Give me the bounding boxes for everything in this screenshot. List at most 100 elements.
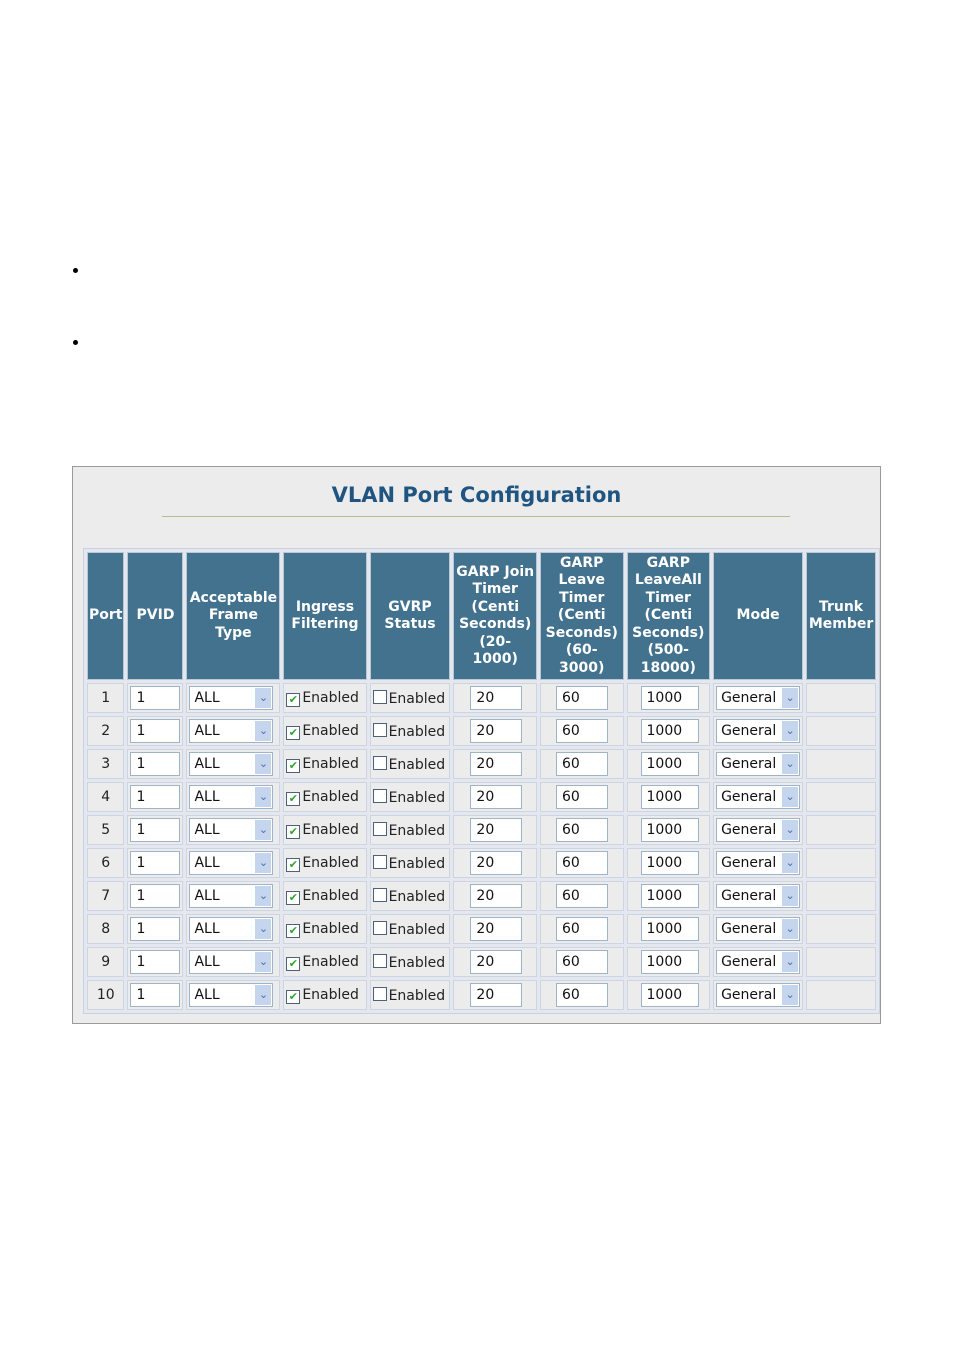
gvrp-status-checkbox[interactable]: [372, 887, 387, 902]
chevron-down-icon[interactable]: ⌄: [255, 787, 272, 807]
ingress-filtering-checkbox[interactable]: ✔: [286, 725, 301, 740]
chevron-down-icon[interactable]: ⌄: [255, 886, 272, 906]
pvid-input[interactable]: 1: [130, 818, 181, 842]
chevron-down-icon[interactable]: ⌄: [782, 952, 799, 972]
garp-leaveall-timer-input[interactable]: 1000: [640, 884, 699, 908]
gvrp-status-checkbox[interactable]: [372, 986, 387, 1001]
chevron-down-icon[interactable]: ⌄: [255, 721, 272, 741]
mode-select[interactable]: General ⌄: [716, 983, 801, 1007]
ingress-filtering-checkbox[interactable]: ✔: [286, 989, 301, 1004]
garp-leave-timer-input[interactable]: 60: [555, 686, 608, 710]
gvrp-status-checkbox[interactable]: [372, 689, 387, 704]
gvrp-status-checkbox[interactable]: [372, 821, 387, 836]
frame-type-select[interactable]: ALL ⌄: [189, 917, 274, 941]
chevron-down-icon[interactable]: ⌄: [782, 754, 799, 774]
garp-leave-timer-input[interactable]: 60: [555, 818, 608, 842]
garp-join-timer-input[interactable]: 20: [470, 851, 523, 875]
chevron-down-icon[interactable]: ⌄: [782, 820, 799, 840]
garp-leave-timer-input[interactable]: 60: [555, 785, 608, 809]
ingress-filtering-checkbox[interactable]: ✔: [286, 956, 301, 971]
garp-join-timer-input[interactable]: 20: [470, 884, 523, 908]
frame-type-select[interactable]: ALL ⌄: [189, 950, 274, 974]
gvrp-status-checkbox[interactable]: [372, 788, 387, 803]
mode-select[interactable]: General ⌄: [716, 851, 801, 875]
garp-join-timer-input[interactable]: 20: [470, 686, 523, 710]
mode-select[interactable]: General ⌄: [716, 719, 801, 743]
garp-join-timer-input[interactable]: 20: [470, 950, 523, 974]
garp-leaveall-timer-input[interactable]: 1000: [640, 983, 699, 1007]
garp-join-timer-input[interactable]: 20: [470, 983, 523, 1007]
garp-leaveall-timer-input[interactable]: 1000: [640, 752, 699, 776]
garp-leave-timer-input[interactable]: 60: [555, 950, 608, 974]
mode-select[interactable]: General ⌄: [716, 752, 801, 776]
frame-type-select[interactable]: ALL ⌄: [189, 719, 274, 743]
frame-type-select[interactable]: ALL ⌄: [189, 884, 274, 908]
gvrp-status-checkbox[interactable]: [372, 755, 387, 770]
chevron-down-icon[interactable]: ⌄: [255, 754, 272, 774]
ingress-filtering-checkbox[interactable]: ✔: [286, 791, 301, 806]
pvid-input[interactable]: 1: [130, 785, 181, 809]
chevron-down-icon[interactable]: ⌄: [782, 787, 799, 807]
frame-type-select[interactable]: ALL ⌄: [189, 818, 274, 842]
gvrp-status-checkbox[interactable]: [372, 953, 387, 968]
pvid-input[interactable]: 1: [130, 950, 181, 974]
garp-leave-timer-input[interactable]: 60: [555, 719, 608, 743]
garp-join-timer-input[interactable]: 20: [470, 719, 523, 743]
chevron-down-icon[interactable]: ⌄: [782, 985, 799, 1005]
ingress-filtering-checkbox[interactable]: ✔: [286, 923, 301, 938]
ingress-filtering-checkbox[interactable]: ✔: [286, 758, 301, 773]
mode-select[interactable]: General ⌄: [716, 686, 801, 710]
garp-leaveall-timer-input[interactable]: 1000: [640, 719, 699, 743]
pvid-input[interactable]: 1: [130, 752, 181, 776]
garp-leaveall-timer-input[interactable]: 1000: [640, 950, 699, 974]
garp-leaveall-timer-input[interactable]: 1000: [640, 851, 699, 875]
frame-type-select[interactable]: ALL ⌄: [189, 752, 274, 776]
garp-join-timer-input[interactable]: 20: [470, 818, 523, 842]
garp-leaveall-timer-input[interactable]: 1000: [640, 818, 699, 842]
mode-select[interactable]: General ⌄: [716, 884, 801, 908]
pvid-input[interactable]: 1: [130, 983, 181, 1007]
gvrp-status-checkbox[interactable]: [372, 854, 387, 869]
chevron-down-icon[interactable]: ⌄: [255, 952, 272, 972]
chevron-down-icon[interactable]: ⌄: [255, 919, 272, 939]
ingress-filtering-checkbox[interactable]: ✔: [286, 824, 301, 839]
frame-type-select[interactable]: ALL ⌄: [189, 983, 274, 1007]
chevron-down-icon[interactable]: ⌄: [782, 886, 799, 906]
chevron-down-icon[interactable]: ⌄: [255, 985, 272, 1005]
chevron-down-icon[interactable]: ⌄: [782, 688, 799, 708]
mode-select[interactable]: General ⌄: [716, 950, 801, 974]
gvrp-status-checkbox[interactable]: [372, 722, 387, 737]
garp-leaveall-timer-input[interactable]: 1000: [640, 785, 699, 809]
chevron-down-icon[interactable]: ⌄: [782, 853, 799, 873]
garp-join-timer-input[interactable]: 20: [470, 785, 523, 809]
garp-join-timer-input[interactable]: 20: [470, 752, 523, 776]
mode-select[interactable]: General ⌄: [716, 785, 801, 809]
frame-type-select[interactable]: ALL ⌄: [189, 785, 274, 809]
pvid-input[interactable]: 1: [130, 851, 181, 875]
pvid-input[interactable]: 1: [130, 884, 181, 908]
garp-leave-timer-input[interactable]: 60: [555, 752, 608, 776]
chevron-down-icon[interactable]: ⌄: [255, 820, 272, 840]
pvid-input[interactable]: 1: [130, 686, 181, 710]
garp-leaveall-timer-input[interactable]: 1000: [640, 917, 699, 941]
pvid-input[interactable]: 1: [130, 719, 181, 743]
garp-leave-timer-input[interactable]: 60: [555, 884, 608, 908]
garp-leaveall-timer-input[interactable]: 1000: [640, 686, 699, 710]
pvid-input[interactable]: 1: [130, 917, 181, 941]
mode-select[interactable]: General ⌄: [716, 818, 801, 842]
gvrp-status-checkbox[interactable]: [372, 920, 387, 935]
chevron-down-icon[interactable]: ⌄: [255, 853, 272, 873]
frame-type-select[interactable]: ALL ⌄: [189, 686, 274, 710]
chevron-down-icon[interactable]: ⌄: [782, 721, 799, 741]
frame-type-select[interactable]: ALL ⌄: [189, 851, 274, 875]
garp-leave-timer-input[interactable]: 60: [555, 983, 608, 1007]
chevron-down-icon[interactable]: ⌄: [255, 688, 272, 708]
ingress-filtering-checkbox[interactable]: ✔: [286, 857, 301, 872]
garp-join-timer-input[interactable]: 20: [470, 917, 523, 941]
ingress-filtering-checkbox[interactable]: ✔: [286, 890, 301, 905]
mode-select[interactable]: General ⌄: [716, 917, 801, 941]
garp-leave-timer-input[interactable]: 60: [555, 851, 608, 875]
ingress-filtering-checkbox[interactable]: ✔: [286, 692, 301, 707]
chevron-down-icon[interactable]: ⌄: [782, 919, 799, 939]
garp-leave-timer-input[interactable]: 60: [555, 917, 608, 941]
